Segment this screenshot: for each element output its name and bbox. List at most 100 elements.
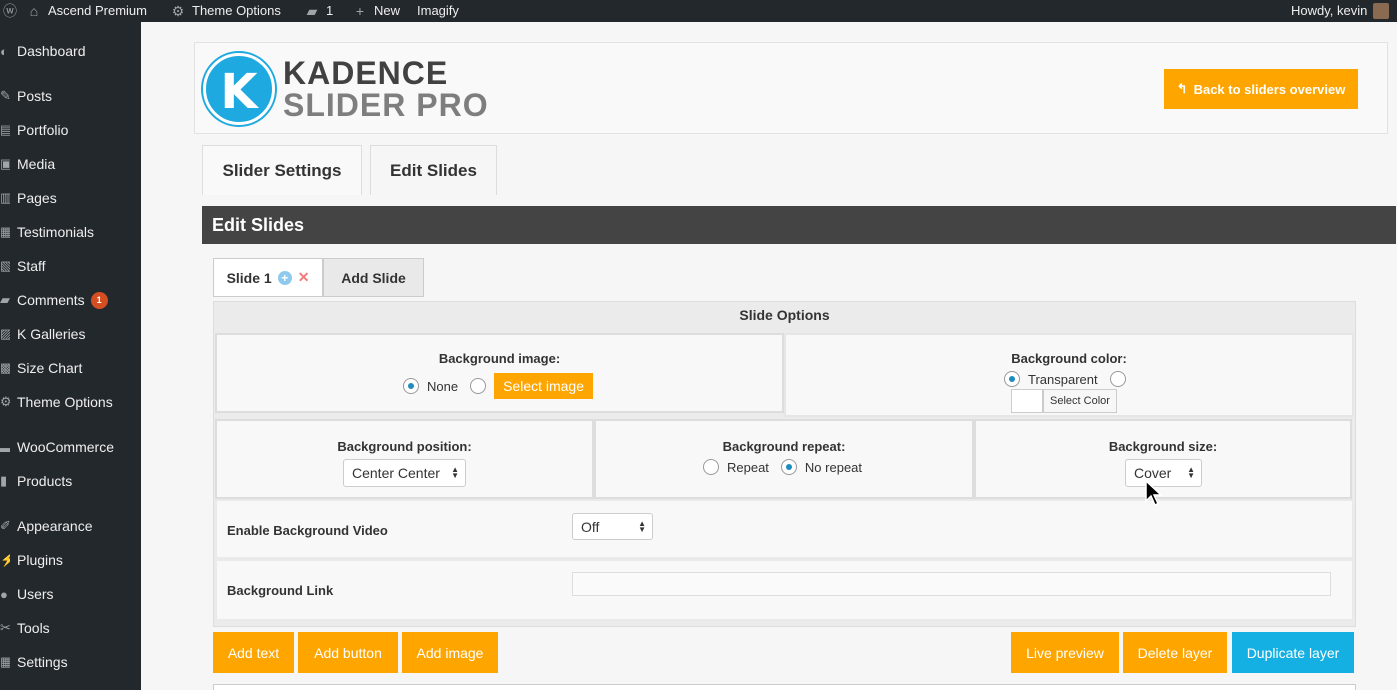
users-icon: ● [0,586,8,602]
bg-repeat-radio[interactable] [703,459,719,475]
sidebar-item-appearance[interactable]: ✐ Appearance [0,509,141,543]
gallery-icon: ▨ [0,326,10,341]
howdy-label: Howdy, kevin [1291,3,1368,18]
sidebar-item-settings[interactable]: ▦ Settings [0,645,141,679]
sidebar-item-theme-options[interactable]: ⚙ Theme Options [0,385,141,419]
sidebar-item-testimonials[interactable]: ▦ Testimonials [0,215,141,249]
bg-color-transparent-label: Transparent [1028,371,1098,387]
background-video-label: Enable Background Video [227,523,388,538]
settings-icon: ▦ [0,654,10,669]
plugin-icon: ⚡ [0,552,10,567]
background-video-select[interactable]: Off ▲ ▼ [572,513,653,540]
pages-icon: ▥ [0,190,10,205]
user-account-link[interactable]: Howdy, kevin [1291,0,1390,22]
mouse-pointer-icon [1145,479,1163,507]
home-icon: ⌂ [29,3,39,19]
background-size-label: Background size: [1108,439,1218,454]
sidebar-item-dashboard[interactable]: ◐ Dashboard [0,34,141,68]
theme-options-link[interactable]: ⚙ Theme Options [170,0,281,22]
new-content-link[interactable]: + New [352,0,400,22]
comments-count: 1 [326,3,334,18]
avatar [1373,3,1390,19]
comment-bubble-icon: ▰ [306,3,318,19]
sidebar-item-products[interactable]: ▮ Products [0,464,141,498]
background-video-row: Enable Background Video Off ▲ ▼ [215,499,1354,559]
bg-image-none-label: None [427,378,459,394]
site-name-link[interactable]: ⌂ Ascend Premium [26,0,147,22]
bg-color-transparent-radio[interactable] [1004,371,1020,387]
sidebar-item-plugins[interactable]: ⚡ Plugins [0,543,141,577]
background-position-cell: Background position: Center Center ▲ ▼ [215,419,594,499]
back-to-sliders-button[interactable]: ↰ Back to sliders overview [1164,69,1358,109]
plus-icon: + [355,3,365,19]
bg-image-custom-radio[interactable] [470,378,487,394]
background-repeat-cell: Background repeat: Repeat No repeat [594,419,974,499]
tab-edit-slides[interactable]: Edit Slides [370,145,497,195]
tab-slider-settings[interactable]: Slider Settings [202,145,362,195]
theme-options-label: Theme Options [192,3,281,18]
background-color-label: Background color: [1011,351,1127,366]
select-arrows-icon: ▲ ▼ [1187,465,1195,480]
delete-slide-icon[interactable]: ✕ [298,269,310,286]
sidebar-item-size-chart[interactable]: ▩ Size Chart [0,351,141,385]
background-color-cell: Background color: Transparent Select Col… [784,333,1354,417]
slide-options-title: Slide Options [739,307,830,323]
sidebar-item-posts[interactable]: ✎ Posts [0,79,141,113]
bg-image-none-radio[interactable] [403,378,419,394]
select-image-button[interactable]: Select image [494,373,594,399]
size-chart-icon: ▩ [0,360,10,375]
select-arrows-icon: ▲ ▼ [451,465,459,480]
background-image-cell: Background image: None Select image [215,333,784,413]
slide-tab-label: Slide 1 [226,269,272,286]
background-image-label: Background image: [438,351,561,366]
imagify-link[interactable]: Imagify [417,0,459,22]
delete-layer-button[interactable]: Delete layer [1123,632,1227,673]
woocommerce-icon: ▬ [0,439,10,455]
bg-repeat-label: Repeat [727,459,769,475]
portfolio-icon: ▤ [0,122,10,137]
comments-link[interactable]: ▰ 1 [304,0,334,22]
paintbrush-icon: ✐ [0,518,10,533]
main-content: K KADENCE SLIDER PRO ↰ Back to sliders o… [141,22,1397,690]
sidebar-item-staff[interactable]: ▧ Staff [0,249,141,283]
staff-icon: ▧ [0,258,10,273]
slide-tab-1[interactable]: Slide 1 + ✕ [213,258,323,297]
new-label: New [374,3,401,18]
plugin-header: K KADENCE SLIDER PRO ↰ Back to sliders o… [194,42,1388,134]
background-position-select[interactable]: Center Center ▲ ▼ [343,459,466,487]
duplicate-slide-icon[interactable]: + [277,270,292,285]
bg-no-repeat-radio[interactable] [780,459,797,475]
add-text-button[interactable]: Add text [213,632,294,673]
sidebar-item-users[interactable]: ● Users [0,577,141,611]
background-position-label: Background position: [337,439,472,454]
background-repeat-label: Background repeat: [722,439,846,454]
live-preview-button[interactable]: Live preview [1011,632,1119,673]
sidebar-item-tools[interactable]: ✂ Tools [0,611,141,645]
background-link-input[interactable] [572,572,1331,596]
logo-title-line2: SLIDER PRO [283,87,489,123]
duplicate-layer-button[interactable]: Duplicate layer [1232,632,1354,673]
layer-canvas-top [213,684,1356,690]
sidebar-item-woocommerce[interactable]: ▬ WooCommerce [0,430,141,464]
add-slide-button[interactable]: Add Slide [323,258,424,297]
admin-sidebar: ◐ Dashboard ✎ Posts ▤ Portfolio ▣ Media ▥ Pag… [0,22,141,690]
imagify-label: Imagify [417,3,459,18]
pin-icon: ✎ [0,88,10,103]
sidebar-item-comments[interactable]: ▰ Comments 1 [0,283,141,317]
sidebar-item-portfolio[interactable]: ▤ Portfolio [0,113,141,147]
wordpress-logo-icon[interactable]: ⓦ [2,0,18,22]
sidebar-item-k-galleries[interactable]: ▨ K Galleries [0,317,141,351]
select-color-button[interactable]: Select Color [1043,389,1117,413]
return-arrow-icon: ↰ [1176,81,1188,96]
bg-color-custom-radio[interactable] [1109,371,1126,387]
gear-icon: ⚙ [0,394,10,409]
sidebar-item-media[interactable]: ▣ Media [0,147,141,181]
color-swatch[interactable] [1011,389,1043,413]
add-button-button[interactable]: Add button [298,632,398,673]
add-image-button[interactable]: Add image [402,632,498,673]
bg-no-repeat-label: No repeat [804,459,863,475]
sidebar-item-pages[interactable]: ▥ Pages [0,181,141,215]
color-picker[interactable]: Select Color [1011,389,1117,413]
wrench-icon: ✂ [0,620,10,635]
background-link-label: Background Link [227,583,334,598]
